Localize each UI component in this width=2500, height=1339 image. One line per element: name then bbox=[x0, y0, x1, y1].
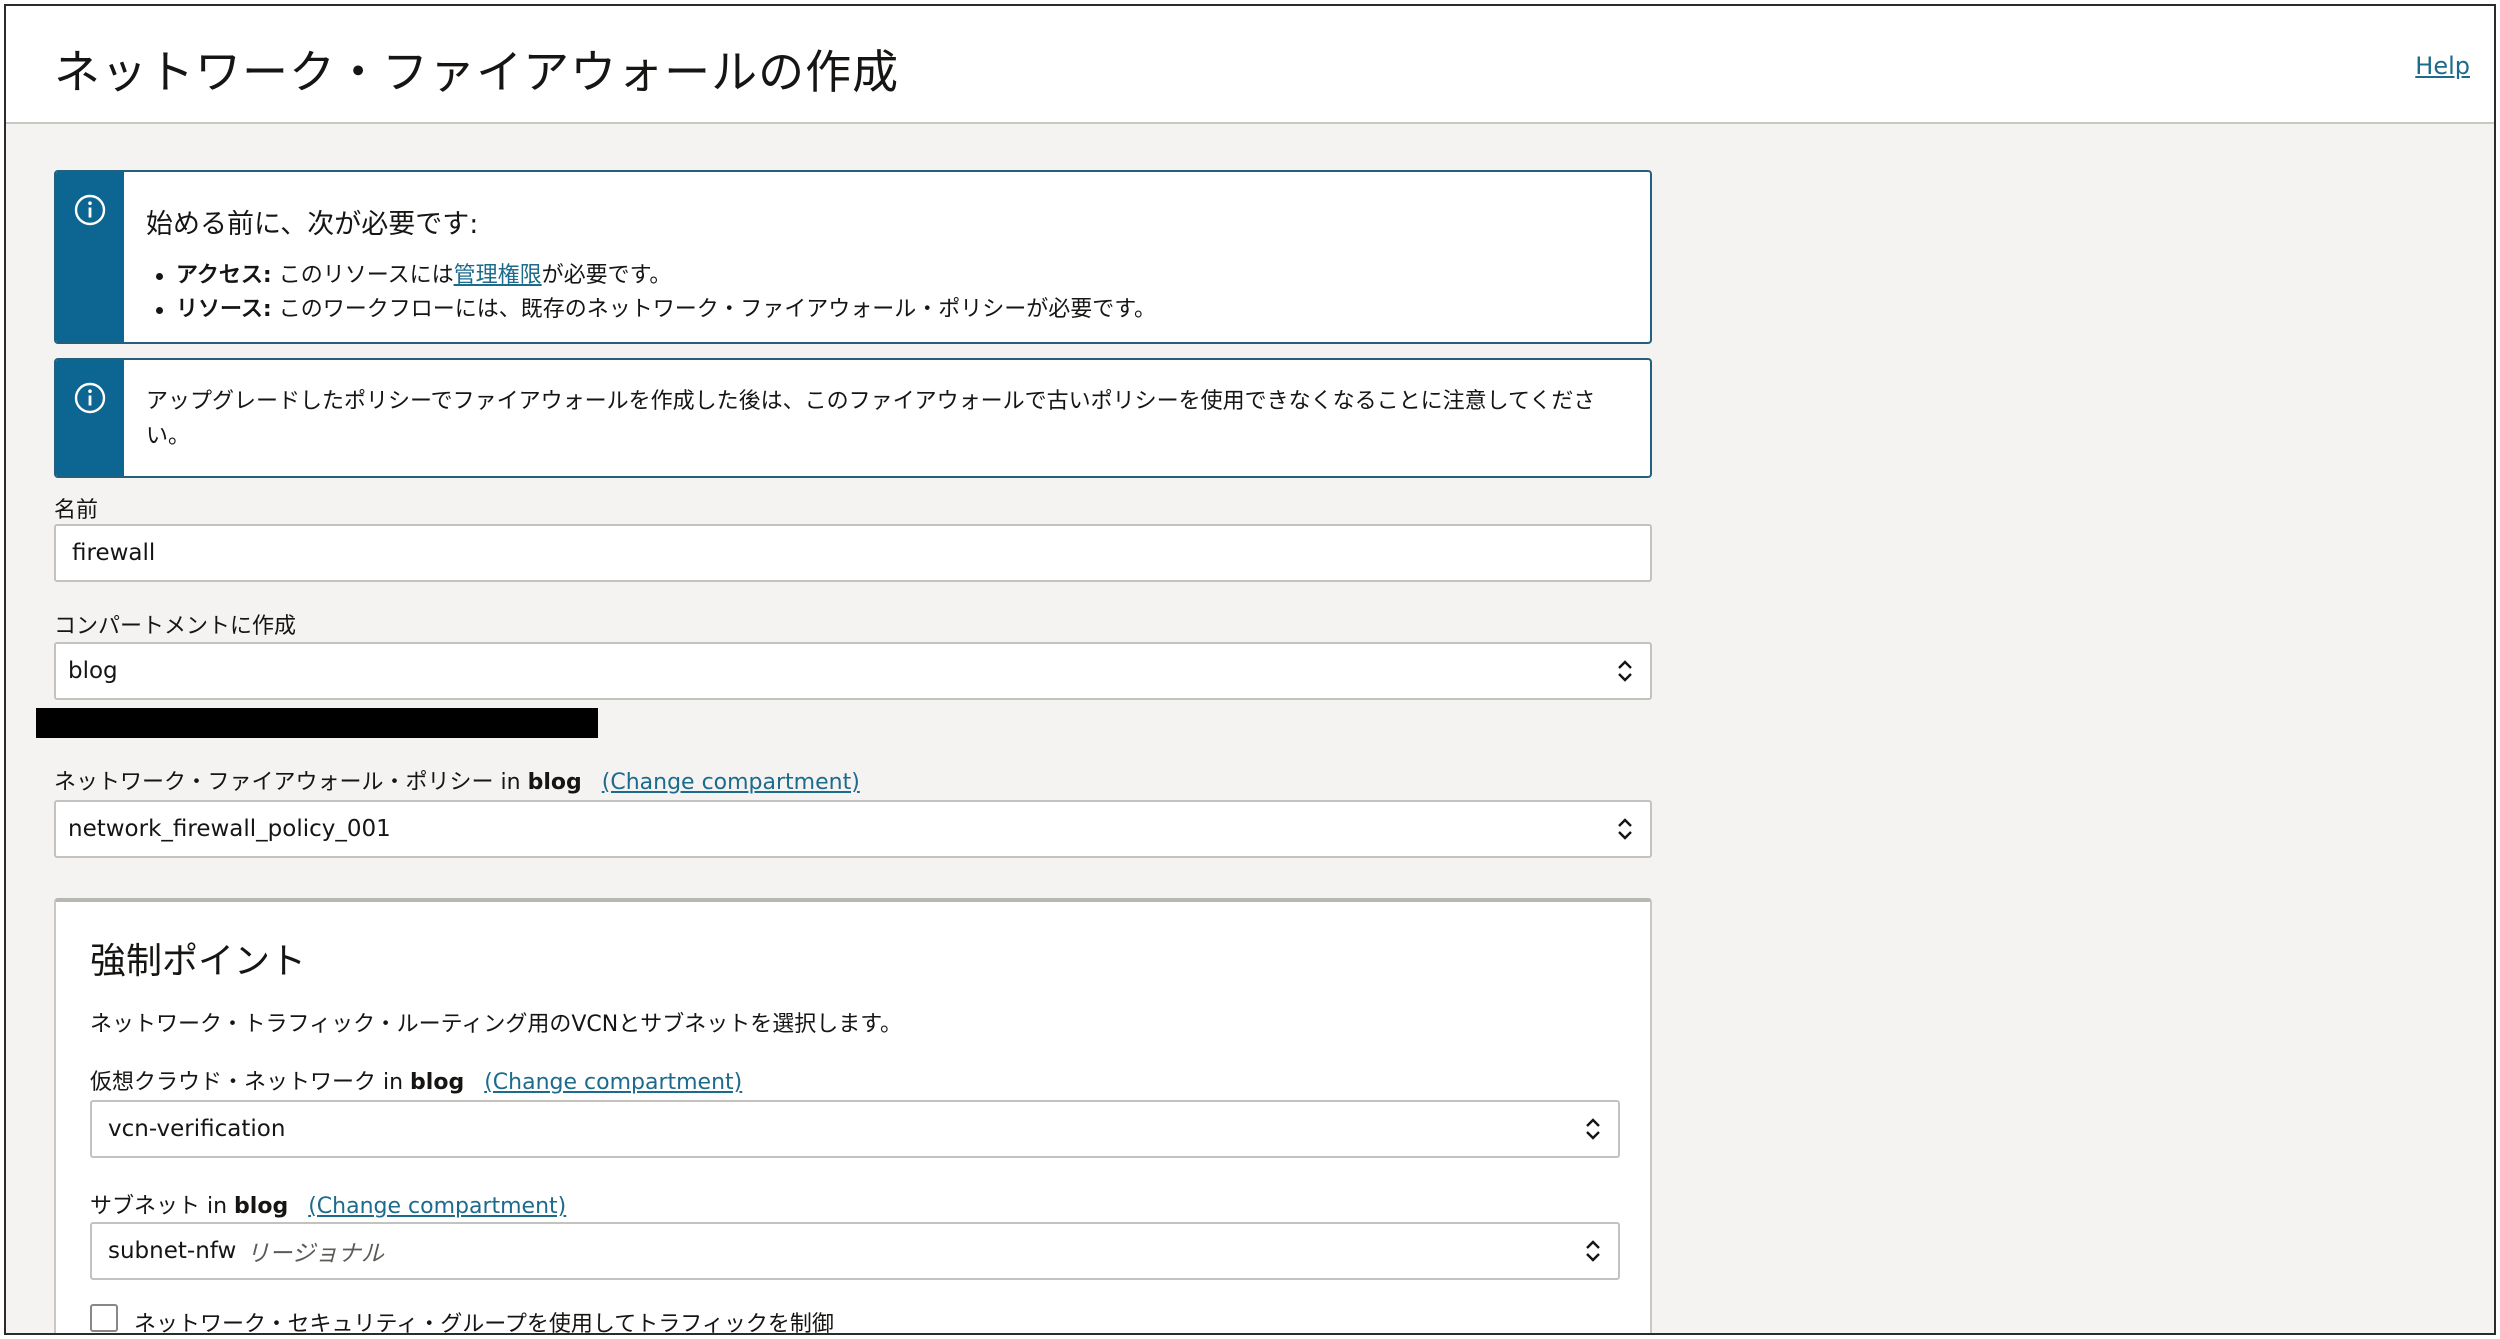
policy-upgrade-notice: アップグレードしたポリシーでファイアウォールを作成した後は、このファイアウォール… bbox=[54, 358, 1652, 478]
policy-change-compartment-link[interactable]: (Change compartment) bbox=[602, 770, 860, 795]
compartment-value: blog bbox=[68, 658, 118, 684]
prerequisites-notice: 始める前に、次が必要です: アクセス: このリソースには管理権限が必要です。 リ… bbox=[54, 170, 1652, 344]
resource-text: このワークフローには、既存のネットワーク・ファイアウォール・ポリシーが必要です。 bbox=[271, 297, 1157, 322]
panel-title: 強制ポイント bbox=[90, 941, 307, 982]
vcn-label: 仮想クラウド・ネットワーク in blog (Change compartment… bbox=[90, 1064, 742, 1096]
console-frame: ネットワーク・ファイアウォールの作成 Help 始める前に、次が必要です: アク… bbox=[4, 4, 2496, 1335]
policy-label-text: ネットワーク・ファイアウォール・ポリシー in bbox=[54, 770, 528, 795]
vcn-compartment: blog bbox=[410, 1070, 465, 1095]
vcn-select[interactable]: vcn-verification bbox=[90, 1100, 1620, 1158]
page-header: ネットワーク・ファイアウォールの作成 Help bbox=[6, 6, 2494, 124]
subnet-label: サブネット in blog (Change compartment) bbox=[90, 1188, 566, 1220]
subnet-change-compartment-link[interactable]: (Change compartment) bbox=[308, 1194, 566, 1219]
policy-select[interactable]: network_firewall_policy_001 bbox=[54, 800, 1652, 858]
vcn-label-text: 仮想クラウド・ネットワーク in bbox=[90, 1070, 411, 1095]
subnet-value: subnet-nfw bbox=[108, 1238, 237, 1264]
help-link[interactable]: Help bbox=[2415, 52, 2470, 80]
access-text: このリソースには bbox=[271, 263, 454, 288]
list-item: アクセス: このリソースには管理権限が必要です。 bbox=[146, 259, 1626, 293]
policy-compartment: blog bbox=[527, 770, 582, 795]
nsg-checkbox[interactable] bbox=[90, 1304, 118, 1332]
subnet-compartment: blog bbox=[234, 1194, 289, 1219]
updown-chevron-icon bbox=[1586, 1118, 1600, 1140]
info-icon bbox=[74, 194, 106, 226]
vcn-change-compartment-link[interactable]: (Change compartment) bbox=[484, 1070, 742, 1095]
updown-chevron-icon bbox=[1618, 818, 1632, 840]
name-value: firewall bbox=[72, 540, 156, 566]
name-input[interactable]: firewall bbox=[54, 524, 1652, 582]
updown-chevron-icon bbox=[1586, 1240, 1600, 1262]
page-title: ネットワーク・ファイアウォールの作成 bbox=[54, 45, 900, 99]
policy-value: network_firewall_policy_001 bbox=[68, 816, 391, 842]
admin-permission-link[interactable]: 管理権限 bbox=[454, 263, 542, 288]
vcn-value: vcn-verification bbox=[108, 1116, 286, 1142]
notice-text: アップグレードしたポリシーでファイアウォールを作成した後は、このファイアウォール… bbox=[146, 389, 1596, 449]
compartment-select[interactable]: blog bbox=[54, 642, 1652, 700]
notice-body: 始める前に、次が必要です: アクセス: このリソースには管理権限が必要です。 リ… bbox=[146, 202, 1626, 327]
compartment-label: コンパートメントに作成 bbox=[54, 614, 297, 639]
subnet-label-text: サブネット in bbox=[90, 1194, 235, 1219]
resource-label: リソース: bbox=[176, 297, 272, 322]
subnet-select[interactable]: subnet-nfw リージョナル bbox=[90, 1222, 1620, 1280]
updown-chevron-icon bbox=[1618, 660, 1632, 682]
regional-tag: リージョナル bbox=[246, 1241, 384, 1267]
info-icon bbox=[74, 382, 106, 414]
notice-heading: 始める前に、次が必要です: bbox=[146, 209, 479, 240]
redacted-area bbox=[36, 708, 598, 738]
enforcement-point-panel: 強制ポイント ネットワーク・トラフィック・ルーティング用のVCNとサブネットを選… bbox=[54, 898, 1652, 1335]
prerequisites-list: アクセス: このリソースには管理権限が必要です。 リソース: このワークフローに… bbox=[146, 259, 1626, 327]
nsg-checkbox-label: ネットワーク・セキュリティ・グループを使用してトラフィックを制御 bbox=[134, 1312, 834, 1335]
panel-description: ネットワーク・トラフィック・ルーティング用のVCNとサブネットを選択します。 bbox=[90, 1012, 903, 1037]
name-label: 名前 bbox=[54, 498, 99, 523]
notice-bar bbox=[56, 360, 124, 476]
access-text-after: が必要です。 bbox=[541, 263, 672, 288]
access-label: アクセス: bbox=[176, 263, 272, 288]
list-item: リソース: このワークフローには、既存のネットワーク・ファイアウォール・ポリシー… bbox=[146, 293, 1626, 327]
policy-label: ネットワーク・ファイアウォール・ポリシー in blog (Change comp… bbox=[54, 764, 860, 796]
